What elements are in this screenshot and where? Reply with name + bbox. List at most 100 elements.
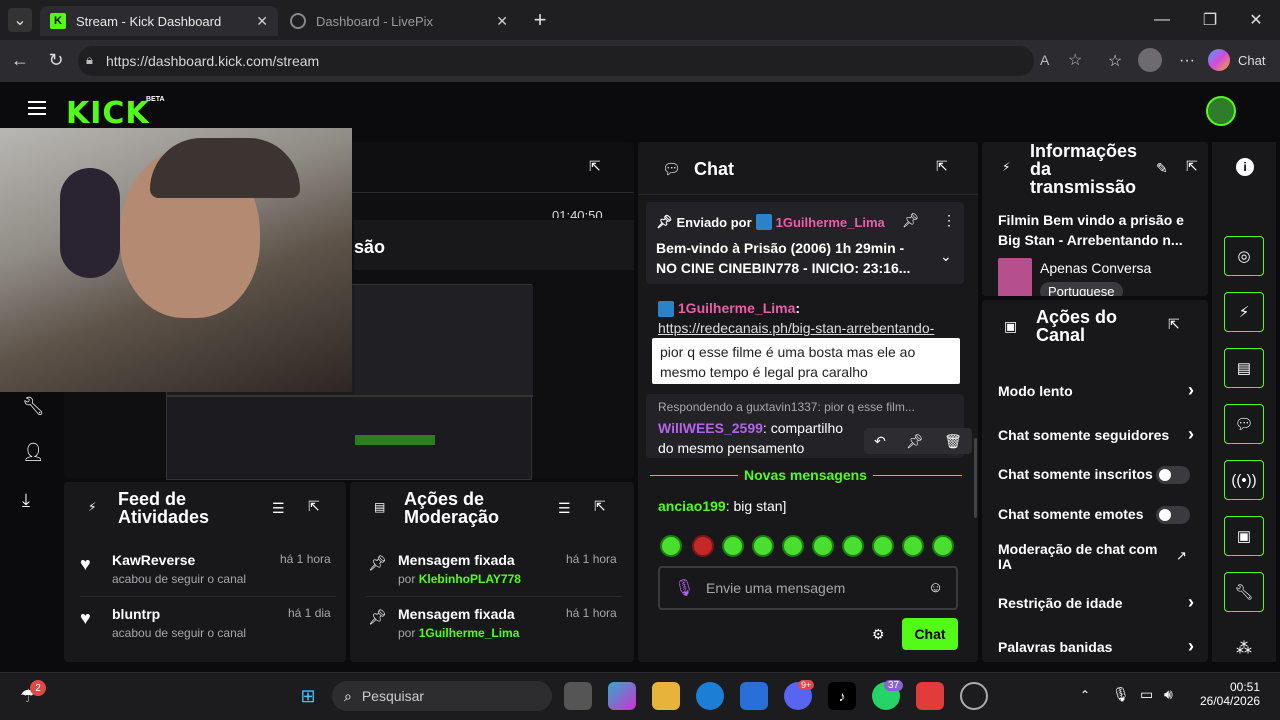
microphone-icon[interactable]: 🎙︎ <box>1112 686 1130 703</box>
profile-avatar[interactable] <box>1138 48 1162 72</box>
close-tab-icon[interactable]: ✕ <box>256 13 268 30</box>
network-icon[interactable]: ▭ <box>1140 686 1153 703</box>
chat-username[interactable]: WillWEES_2599 <box>658 420 763 436</box>
action-slow-mode[interactable]: Modo lento › <box>998 380 1194 401</box>
screenshot-icon[interactable]: ◎ <box>1224 236 1264 276</box>
emote-icon[interactable] <box>872 535 894 557</box>
action-age-restriction[interactable]: Restrição de idade › <box>998 592 1194 613</box>
chat-username[interactable]: 1Guilherme_Lima <box>678 300 796 316</box>
close-tab-icon[interactable]: ✕ <box>496 13 508 30</box>
clock[interactable]: 00:51 26/04/2026 <box>1200 680 1260 708</box>
emote-icon[interactable] <box>812 535 834 557</box>
category-name[interactable]: Apenas Conversa <box>1040 260 1151 276</box>
tab-kick-dashboard[interactable]: K Stream - Kick Dashboard ✕ <box>40 6 278 36</box>
copilot-chat-button[interactable]: Chat <box>1208 48 1265 72</box>
read-aloud-icon[interactable]: A <box>1040 52 1049 68</box>
trash-icon[interactable]: 🗑︎ <box>944 433 962 450</box>
favorite-star-icon[interactable]: ☆ <box>1068 50 1082 70</box>
apps-icon[interactable]: ⁂ <box>1236 638 1252 658</box>
send-chat-button[interactable]: Chat <box>902 618 958 650</box>
activity-user[interactable]: KawReverse <box>112 552 195 568</box>
restore-icon[interactable]: ❐ <box>1198 8 1222 32</box>
info-icon[interactable]: i <box>1236 158 1254 176</box>
emotes-only-toggle[interactable] <box>1156 506 1190 524</box>
user-avatar[interactable] <box>1206 96 1236 126</box>
pin-icon[interactable]: 📌︎ <box>906 433 924 450</box>
unpin-icon[interactable]: 📌︎ <box>902 212 920 229</box>
reply-icon[interactable]: ↶ <box>874 433 886 450</box>
minimize-icon[interactable]: — <box>1150 8 1174 32</box>
broadcast-icon[interactable]: ((•)) <box>1224 460 1264 500</box>
popout-icon[interactable]: ⇱ <box>1186 158 1198 175</box>
reply-context[interactable]: Respondendo a guxtavin1337: pior q esse … <box>658 400 915 414</box>
tab-list-chevron-icon[interactable]: ⌄ <box>8 8 32 32</box>
task-view-icon[interactable] <box>564 682 592 710</box>
popout-icon[interactable]: ⇱ <box>308 498 320 515</box>
emote-icon[interactable] <box>692 535 714 557</box>
favorites-icon[interactable]: ☆ <box>1104 50 1126 72</box>
emoji-icon[interactable]: ☺ <box>928 579 943 596</box>
pinned-user[interactable]: 1Guilherme_Lima <box>776 215 885 230</box>
windows-start-icon[interactable]: ⊞ <box>294 682 322 710</box>
upload-icon[interactable]: ⤓ <box>22 490 30 511</box>
more-options-icon[interactable]: ⋮ <box>942 212 956 229</box>
user-settings-icon[interactable]: 👤︎ <box>22 442 45 463</box>
edge-icon[interactable] <box>696 682 724 710</box>
emote-icon[interactable] <box>932 535 954 557</box>
emote-icon[interactable] <box>782 535 804 557</box>
new-tab-icon[interactable]: + <box>528 7 552 32</box>
filter-icon[interactable]: ☰ <box>558 500 571 517</box>
subscribers-only-toggle[interactable] <box>1156 466 1190 484</box>
emote-icon[interactable] <box>660 535 682 557</box>
volume-icon[interactable]: 🔊︎ <box>1164 686 1173 703</box>
new-messages-divider[interactable]: Novas mensagens <box>738 467 873 483</box>
obs-icon[interactable] <box>960 682 988 710</box>
tiktok-icon[interactable]: ♪ <box>828 682 856 710</box>
video-icon[interactable]: ▣ <box>1224 516 1264 556</box>
mod-user[interactable]: 1Guilherme_Lima <box>419 626 520 640</box>
microphone-icon[interactable]: 🎙︎ <box>674 578 694 598</box>
m365-icon[interactable] <box>608 682 636 710</box>
back-arrow-icon[interactable]: ← <box>8 48 32 72</box>
chat-input[interactable]: 🎙︎ Envie uma mensagem ☺ <box>658 566 958 610</box>
chevron-down-icon[interactable]: ⌄ <box>940 248 952 265</box>
chat-scrollbar[interactable] <box>974 438 977 518</box>
kick-logo[interactable]: KICK <box>66 96 150 131</box>
action-followers-only[interactable]: Chat somente seguidores › <box>998 424 1194 445</box>
filter-icon[interactable]: ☰ <box>272 500 285 517</box>
external-link-icon[interactable]: ↗ <box>1176 548 1187 564</box>
pinned-message[interactable]: 📌︎ Enviado por 1Guilherme_Lima 📌︎ ⋮ Bem-… <box>646 202 964 284</box>
url-field[interactable]: 🔒︎ https://dashboard.kick.com/stream A ☆ <box>78 46 1082 76</box>
file-explorer-icon[interactable] <box>652 682 680 710</box>
popout-icon[interactable]: ⇱ <box>594 498 606 515</box>
action-ai-moderation[interactable]: Moderação de chat com IA <box>998 542 1158 572</box>
refresh-icon[interactable]: ↻ <box>44 48 68 72</box>
action-banned-words[interactable]: Palavras banidas › <box>998 636 1194 657</box>
activity-user[interactable]: bluntrp <box>112 606 160 622</box>
emote-icon[interactable] <box>842 535 864 557</box>
taskbar-search[interactable]: ⌕ Pesquisar <box>332 681 552 711</box>
popout-icon[interactable]: ⇱ <box>936 158 948 175</box>
tab-livepix[interactable]: Dashboard - LivePix ✕ <box>280 6 518 36</box>
anydesk-icon[interactable] <box>916 682 944 710</box>
wrench-icon[interactable]: 🔧︎ <box>1224 572 1264 612</box>
bolt-icon[interactable]: ⚡︎ <box>1224 292 1264 332</box>
close-window-icon[interactable]: ✕ <box>1244 8 1268 32</box>
menu-icon[interactable] <box>28 101 46 115</box>
emote-icon[interactable] <box>752 535 774 557</box>
edit-pencil-icon[interactable]: ✎ <box>1156 160 1168 177</box>
popout-icon[interactable]: ⇱ <box>1168 316 1180 333</box>
mod-user[interactable]: KlebinhoPLAY778 <box>419 572 521 586</box>
emote-icon[interactable] <box>902 535 924 557</box>
chat-username[interactable]: anciao199 <box>658 498 726 514</box>
popout-icon[interactable]: ⇱ <box>589 158 601 175</box>
chevron-up-icon[interactable]: ⌃ <box>1080 688 1090 702</box>
gear-icon[interactable]: ⚙ <box>872 626 885 643</box>
document-icon[interactable]: ▤ <box>1224 348 1264 388</box>
wrench-icon[interactable]: 🔧︎ <box>22 396 45 417</box>
more-options-icon[interactable]: ··· <box>1176 50 1198 72</box>
chat-bubble-icon[interactable]: 💬︎ <box>1224 404 1264 444</box>
emote-icon[interactable] <box>722 535 744 557</box>
chat-link[interactable]: https://redecanais.ph/big-stan-arrebenta… <box>658 320 934 336</box>
store-icon[interactable] <box>740 682 768 710</box>
